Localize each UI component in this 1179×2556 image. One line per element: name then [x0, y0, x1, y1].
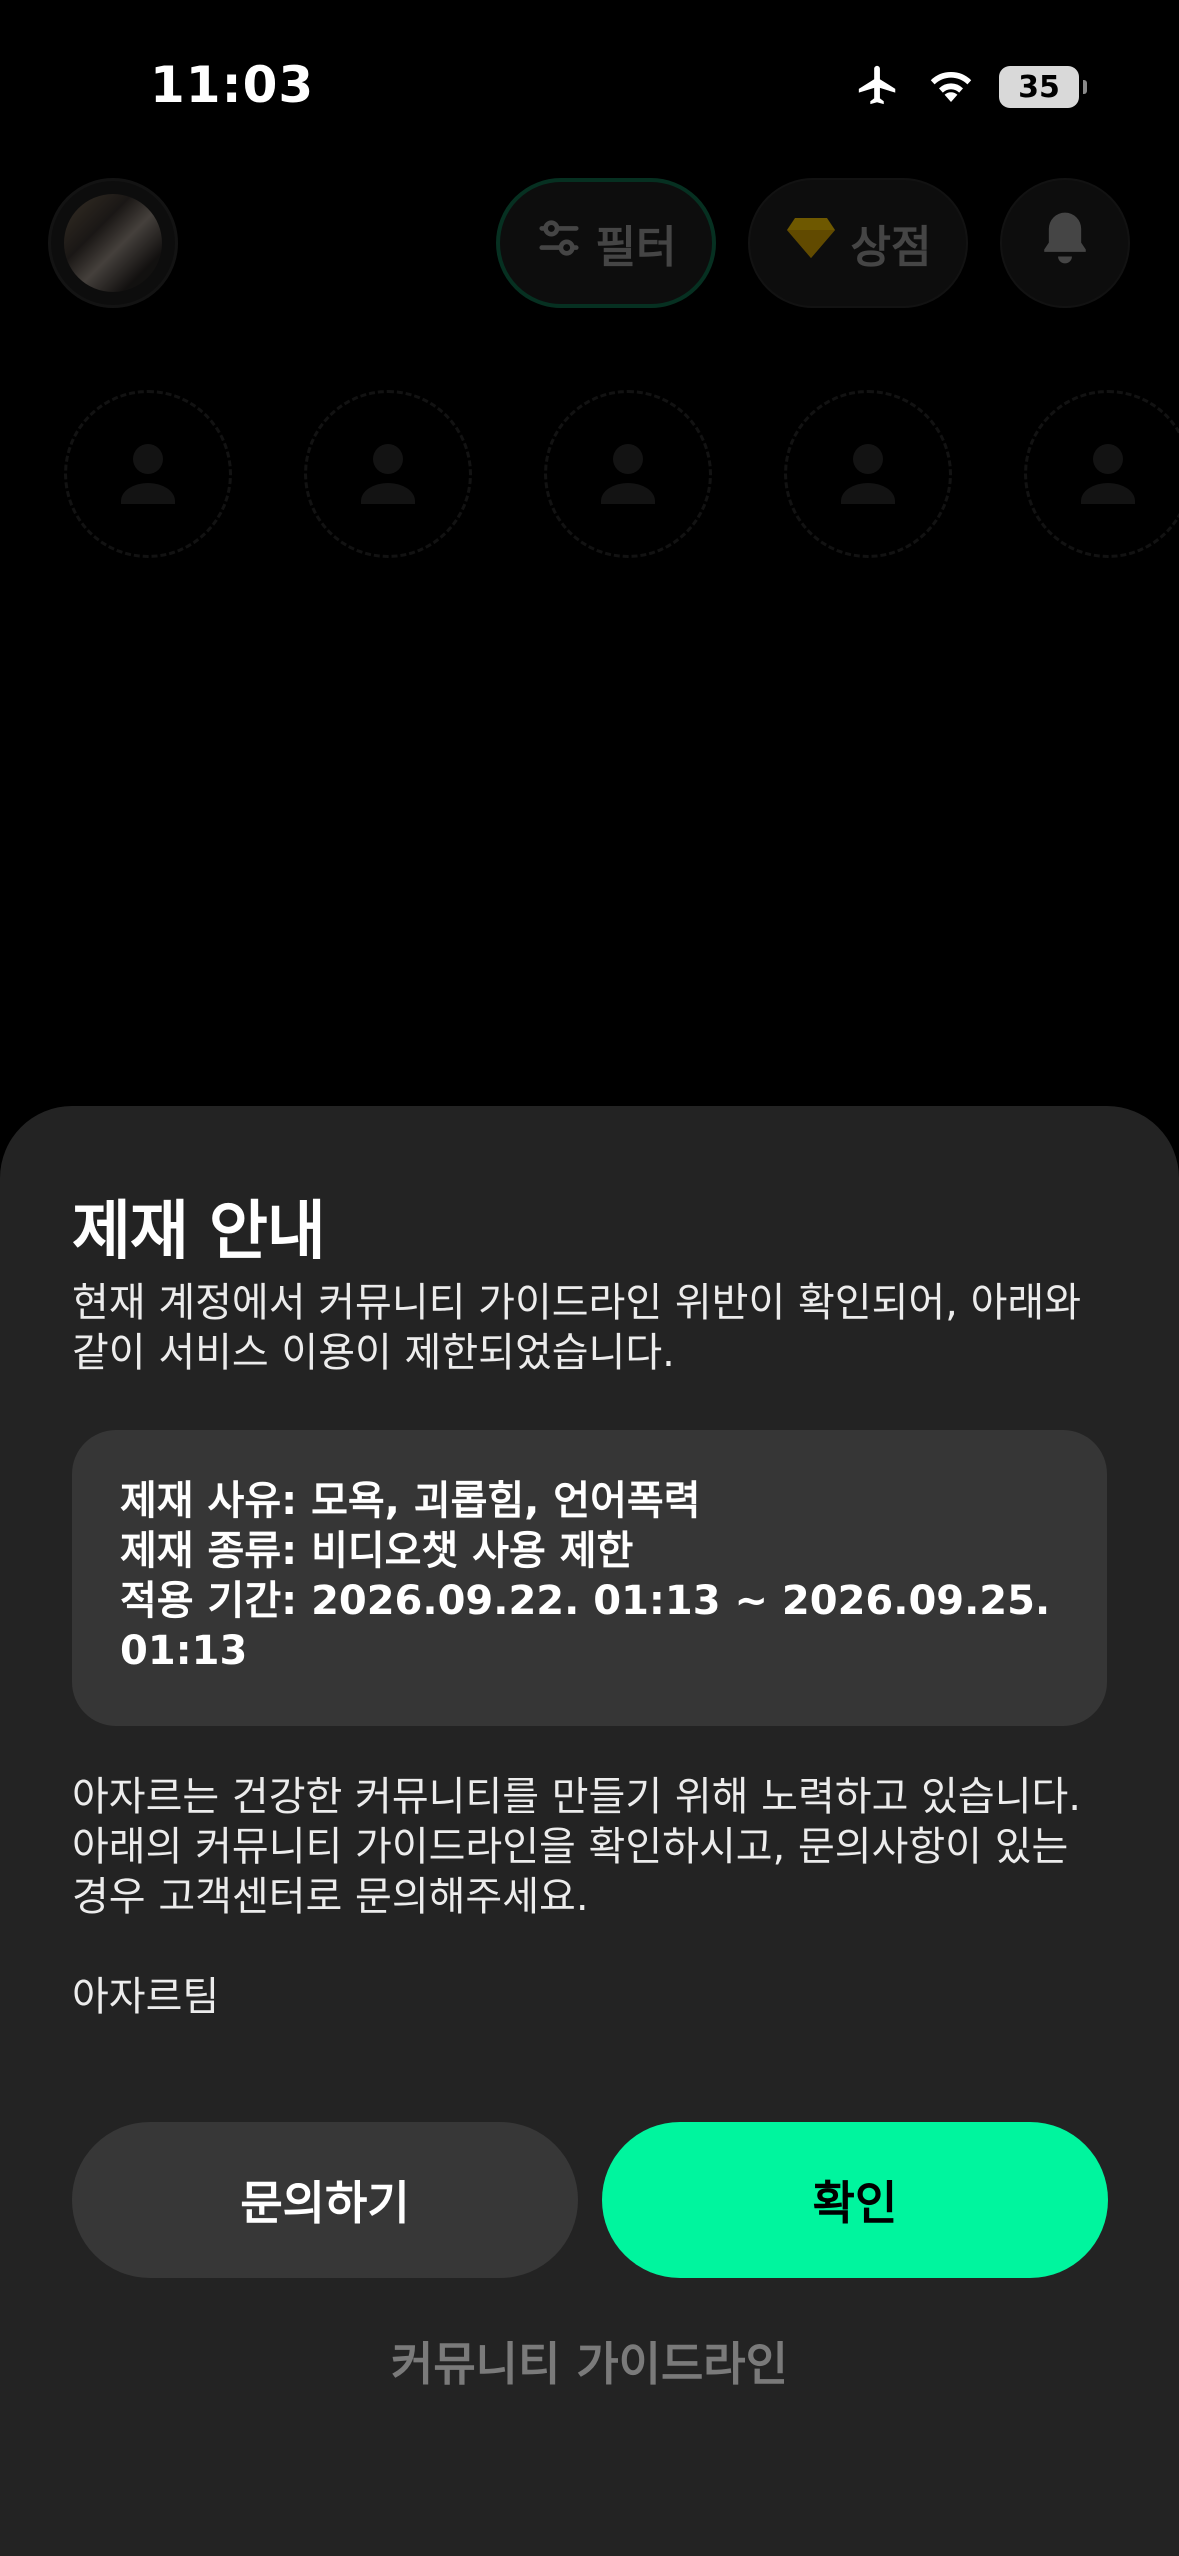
sanction-period-continued: 01:13: [120, 1628, 248, 1674]
type-value: 비디오챗 사용 제한: [311, 1528, 634, 1574]
sheet-body-text: 아자르는 건강한 커뮤니티를 만들기 위해 노력하고 있습니다. 아래의 커뮤니…: [72, 1772, 1112, 1922]
user-placeholder-icon: [1081, 444, 1135, 504]
empty-user-slot: [544, 390, 712, 558]
sanction-info-box: 제재 사유: 모욕, 괴롭힘, 언어폭력 제재 종류: 비디오챗 사용 제한 적…: [72, 1430, 1107, 1726]
status-time: 11:03: [150, 56, 315, 114]
body-line: 경우 고객센터로 문의해주세요.: [72, 1874, 589, 1920]
filter-button[interactable]: 필터: [496, 178, 716, 308]
inquiry-button[interactable]: 문의하기: [72, 2122, 578, 2278]
diamond-icon: [785, 216, 837, 271]
user-placeholder-icon: [601, 444, 655, 504]
reason-value: 모욕, 괴롭힘, 언어폭력: [311, 1478, 701, 1524]
screen: 11:03 35 필터 상점 제재 안내 현재 계정에서 커뮤니티 가이드라인 …: [0, 0, 1179, 2556]
body-line: 아래의 커뮤니티 가이드라인을 확인하시고, 문의사항이 있는: [72, 1824, 1069, 1870]
empty-user-slot: [304, 390, 472, 558]
filter-label: 필터: [595, 222, 677, 273]
shop-label: 상점: [850, 222, 932, 273]
type-label: 제재 종류:: [120, 1528, 298, 1574]
sanction-reason: 제재 사유: 모욕, 괴롭힘, 언어폭력: [120, 1476, 1059, 1526]
user-placeholder-icon: [841, 444, 895, 504]
airplane-icon: [853, 62, 903, 112]
empty-user-slot: [784, 390, 952, 558]
status-icons: 35: [853, 62, 1087, 112]
sheet-description: 현재 계정에서 커뮤니티 가이드라인 위반이 확인되어, 아래와 같이 서비스 …: [72, 1278, 1112, 1378]
wifi-icon: [925, 65, 977, 109]
sheet-title: 제재 안내: [72, 1195, 326, 1269]
team-signature: 아자르팀: [72, 1974, 220, 2020]
period-label: 적용 기간:: [120, 1578, 298, 1624]
sanction-type: 제재 종류: 비디오챗 사용 제한: [120, 1526, 1059, 1576]
sanction-notice-sheet: 제재 안내 현재 계정에서 커뮤니티 가이드라인 위반이 확인되어, 아래와 같…: [0, 1106, 1179, 2556]
bell-icon: [1037, 208, 1093, 279]
shop-button[interactable]: 상점: [748, 178, 968, 308]
empty-user-slot: [1024, 390, 1179, 558]
battery-icon: 35: [999, 66, 1087, 108]
body-line: 아자르는 건강한 커뮤니티를 만들기 위해 노력하고 있습니다.: [72, 1774, 1082, 1820]
description-line: 같이 서비스 이용이 제한되었습니다.: [72, 1330, 675, 1376]
filter-sliders-icon: [536, 218, 582, 269]
community-guideline-link[interactable]: 커뮤니티 가이드라인: [0, 2328, 1179, 2394]
profile-avatar[interactable]: [48, 178, 178, 308]
battery-level: 35: [1018, 69, 1060, 105]
notification-button[interactable]: [1000, 178, 1130, 308]
period-value: 2026.09.22. 01:13 ~ 2026.09.25.: [311, 1578, 1051, 1624]
user-placeholder-icon: [121, 444, 175, 504]
confirm-button[interactable]: 확인: [602, 2122, 1108, 2278]
avatar-image: [64, 194, 162, 292]
reason-label: 제재 사유:: [120, 1478, 298, 1524]
empty-user-slot: [64, 390, 232, 558]
user-placeholder-icon: [361, 444, 415, 504]
sanction-period: 적용 기간: 2026.09.22. 01:13 ~ 2026.09.25.: [120, 1576, 1059, 1626]
description-line: 현재 계정에서 커뮤니티 가이드라인 위반이 확인되어, 아래와: [72, 1280, 1082, 1326]
